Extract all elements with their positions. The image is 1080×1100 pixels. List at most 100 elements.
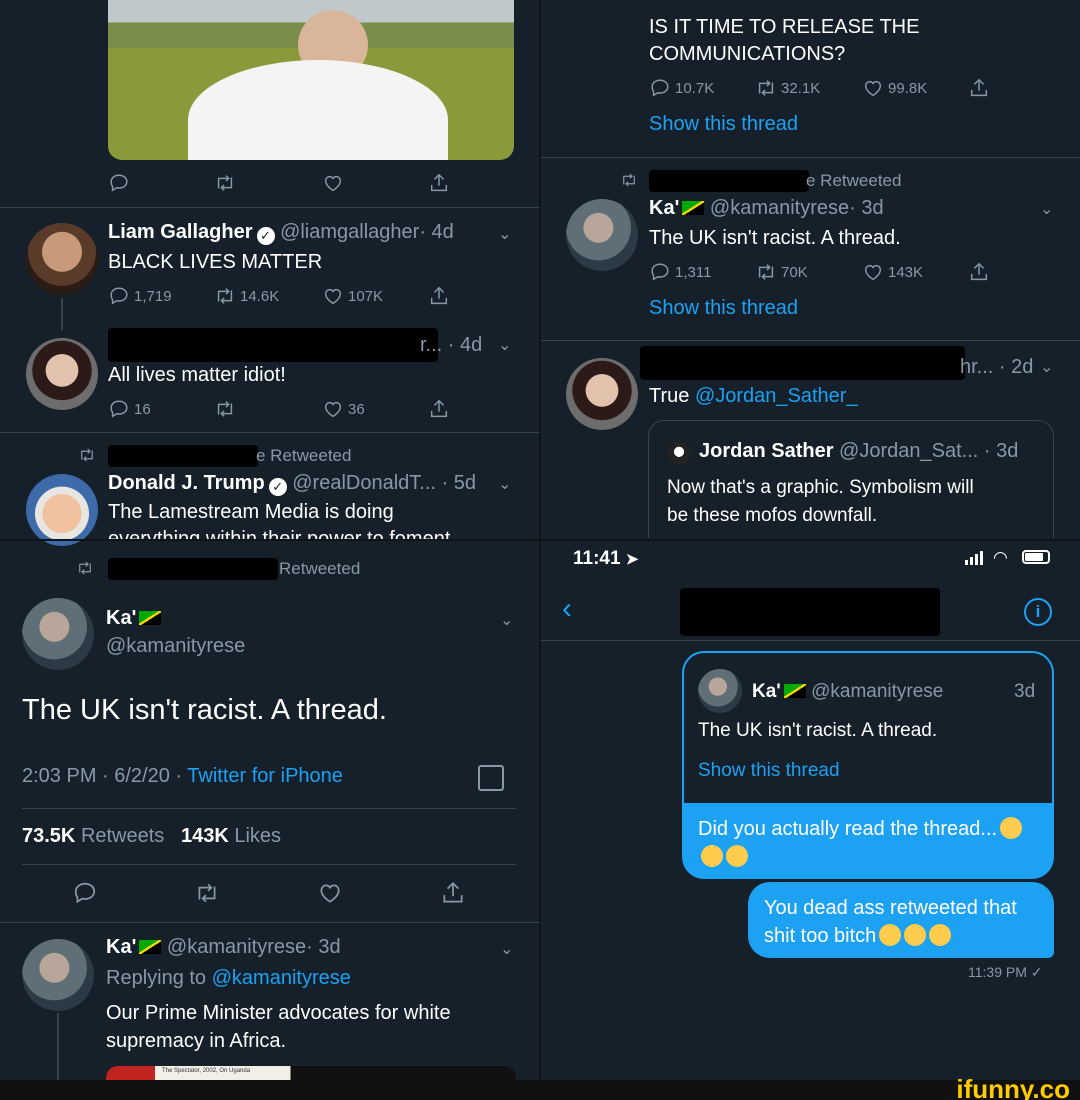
user-name[interactable]: Liam Gallagher [108, 221, 253, 243]
back-chevron-icon[interactable]: ‹ [562, 594, 572, 624]
show-thread-link[interactable]: Show this thread [649, 297, 798, 320]
reply-button[interactable]: 1,311 [649, 261, 711, 283]
tweet-header: Ka' [106, 607, 162, 630]
retweets-label[interactable]: Retweets [81, 825, 164, 847]
message-text: shit too bitch [764, 925, 877, 947]
image-caption: The Spectator, 2002, On Uganda [162, 1068, 251, 1074]
reply-button[interactable] [108, 172, 130, 194]
avatar[interactable] [26, 223, 98, 295]
reply-button[interactable]: 16 [108, 398, 151, 420]
retweets-count[interactable]: 73.5K [22, 825, 75, 847]
user-name-suffix: r... [420, 334, 443, 356]
verified-icon: ✓ [268, 478, 287, 496]
user-handle[interactable]: @liamgallagher [280, 221, 419, 243]
user-handle[interactable]: @kamanityrese [167, 936, 306, 958]
like-button[interactable]: 143K [862, 261, 923, 283]
signal-icon [965, 551, 983, 565]
tweet-age: · 4d [447, 334, 483, 356]
tweet-text: IS IT TIME TO RELEASE THE [649, 16, 920, 38]
like-button[interactable]: 99.8K [862, 77, 927, 99]
share-button[interactable] [428, 398, 450, 420]
avatar[interactable] [566, 199, 638, 271]
mention-link[interactable]: @Jordan_Sather_ [695, 385, 858, 407]
show-thread-link[interactable]: Show this thread [698, 760, 840, 782]
tweet-header: Liam Gallagher ✓ @liamgallagher· 4d [108, 221, 454, 245]
user-name-suffix: hr... [960, 356, 994, 378]
tweet-age: · 4d [419, 221, 454, 243]
crying-emoji-icon [701, 845, 723, 867]
tweet-text-cut: everything within their power to foment [108, 528, 451, 539]
thread-line [57, 1013, 59, 1080]
user-name[interactable]: Ka' [106, 936, 136, 958]
mention-link[interactable]: @kamanityrese [212, 967, 351, 989]
likes-label[interactable]: Likes [234, 825, 281, 847]
quoted-tweet-card[interactable]: Jordan Sather @Jordan_Sat... · 3d Now th… [648, 420, 1054, 538]
retweet-icon [76, 559, 94, 577]
info-icon[interactable]: i [1024, 598, 1052, 626]
tweet-media-image[interactable] [108, 0, 514, 160]
chevron-down-icon[interactable]: ⌄ [498, 474, 511, 494]
quoted-header: Jordan Sather @Jordan_Sat... · 3d [699, 440, 1018, 463]
tweet-text: The UK isn't racist. A thread. [649, 227, 901, 249]
avatar[interactable] [26, 474, 98, 546]
redacted-name [640, 346, 965, 380]
retweet-button[interactable]: 32.1K [755, 77, 820, 99]
reply-button[interactable]: 1,719 [108, 285, 172, 307]
like-button[interactable] [317, 880, 343, 906]
avatar[interactable] [22, 598, 94, 670]
message-bubble[interactable]: You dead ass retweeted that shit too bit… [748, 882, 1054, 958]
chevron-down-icon[interactable]: ⌄ [500, 939, 513, 959]
shared-tweet-card[interactable]: Ka' @kamanityrese 3d The UK isn't racist… [682, 651, 1054, 803]
avatar[interactable] [26, 338, 98, 410]
redacted-name [649, 170, 809, 192]
status-time: 11:41 ➤ [573, 548, 639, 569]
like-button[interactable]: 107K [322, 285, 383, 307]
crying-emoji-icon [929, 924, 952, 946]
chevron-down-icon[interactable]: ⌄ [1040, 199, 1053, 219]
laughing-emoji-icon [726, 845, 748, 867]
avatar[interactable] [22, 939, 94, 1011]
share-button[interactable] [428, 285, 450, 307]
retweet-button[interactable] [214, 398, 236, 420]
chevron-down-icon[interactable]: ⌄ [500, 610, 513, 630]
user-handle[interactable]: @kamanityrese [710, 197, 849, 219]
show-thread-link[interactable]: Show this thread [649, 113, 798, 136]
share-button[interactable] [968, 261, 990, 283]
like-button[interactable]: 36 [322, 398, 365, 420]
likes-count[interactable]: 143K [181, 825, 229, 847]
tweet-age: 3d [1014, 681, 1036, 702]
source-link[interactable]: Twitter for iPhone [187, 765, 343, 787]
panel-divider [0, 539, 1080, 541]
crying-emoji-icon [1000, 817, 1023, 839]
share-button[interactable] [440, 880, 466, 906]
tweet-header: Ka' @kamanityrese· 3d [106, 936, 341, 959]
retweet-button[interactable] [214, 172, 236, 194]
avatar[interactable] [566, 358, 638, 430]
like-button[interactable] [322, 172, 344, 194]
redacted-name [108, 558, 278, 580]
message-bubble[interactable]: Did you actually read the thread... [682, 803, 1054, 879]
redacted-name [108, 328, 438, 362]
user-name[interactable]: Ka' [106, 607, 136, 629]
share-button[interactable] [968, 77, 990, 99]
retweet-button[interactable]: 70K [755, 261, 808, 283]
reply-button[interactable]: 10.7K [649, 77, 714, 99]
analytics-icon[interactable] [478, 765, 504, 791]
chevron-down-icon[interactable]: ⌄ [498, 335, 511, 355]
retweet-button[interactable] [194, 880, 220, 906]
user-name[interactable]: Ka' [649, 197, 679, 219]
tweet-text-large: The UK isn't racist. A thread. [22, 694, 387, 726]
user-handle[interactable]: @realDonaldT... [292, 472, 436, 494]
chevron-down-icon[interactable]: ⌄ [1040, 357, 1053, 377]
retweet-button[interactable]: 14.6K [214, 285, 279, 307]
tweet-age: · 3d [983, 440, 1019, 462]
reply-button[interactable] [72, 880, 98, 906]
user-name[interactable]: Donald J. Trump [108, 472, 265, 494]
chevron-down-icon[interactable]: ⌄ [498, 224, 511, 244]
share-button[interactable] [428, 172, 450, 194]
wifi-icon: ◠ [993, 548, 1008, 567]
location-arrow-icon: ➤ [625, 551, 639, 568]
tweet-media-image[interactable]: The Spectator, 2002, On Uganda [106, 1066, 516, 1080]
avatar [667, 441, 691, 465]
user-handle[interactable]: @kamanityrese [106, 635, 245, 658]
